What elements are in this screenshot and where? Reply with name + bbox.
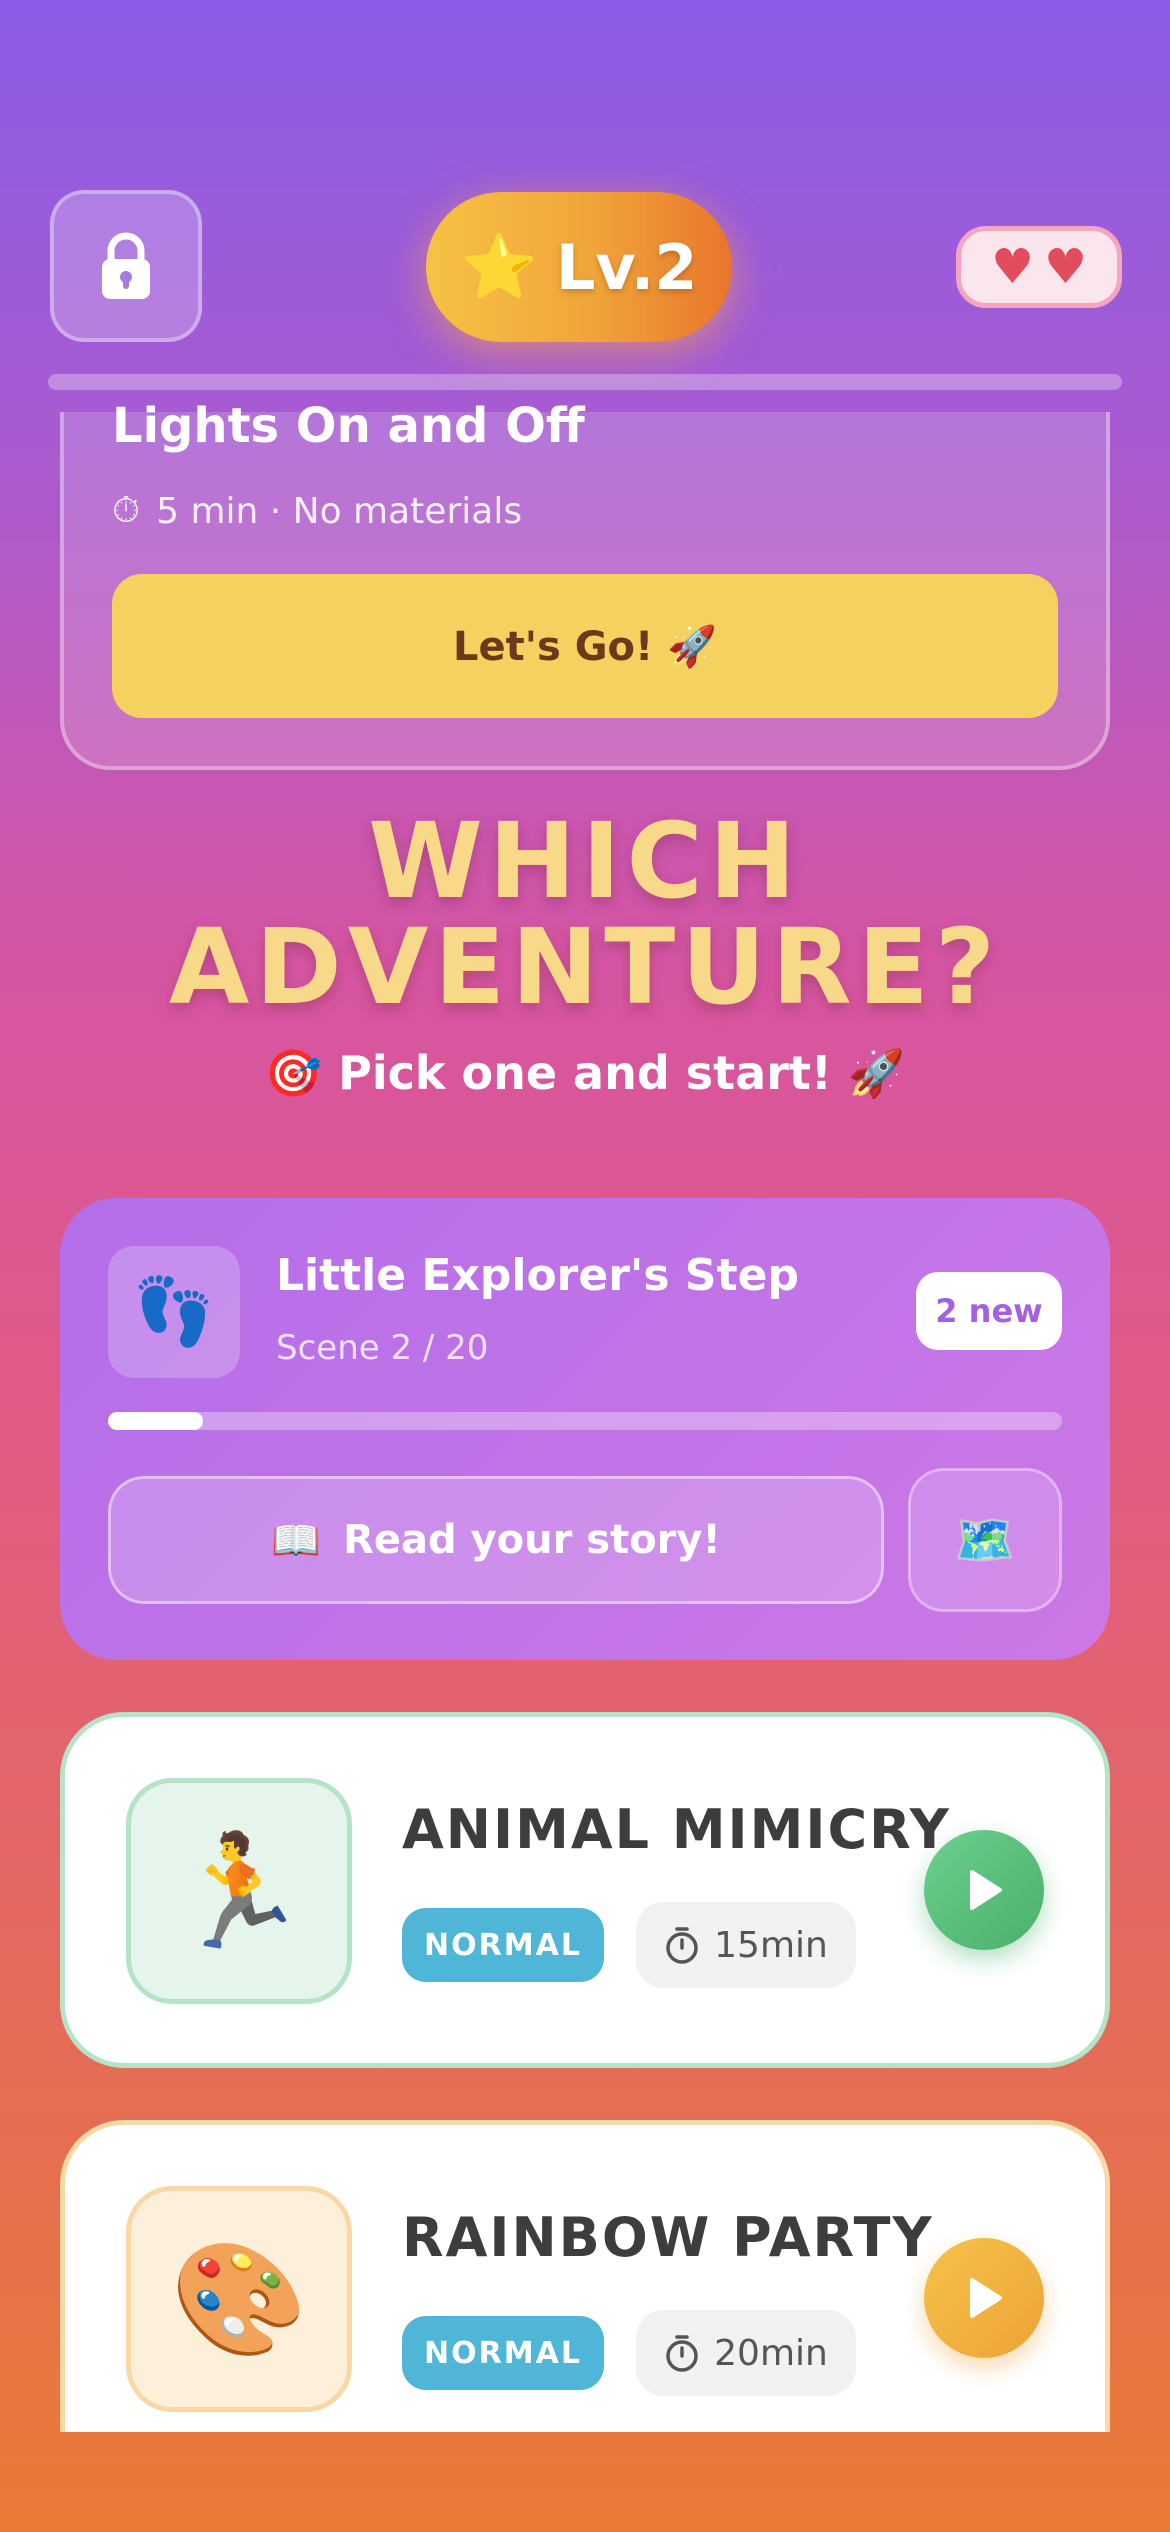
lives-indicator: ♥ ♥ bbox=[956, 226, 1122, 308]
play-button[interactable] bbox=[924, 2238, 1044, 2358]
page-subtitle: 🎯 Pick one and start! 🚀 bbox=[264, 1046, 906, 1100]
heart-icon: ♥ bbox=[1044, 239, 1088, 295]
title-line-1: WHICH bbox=[368, 800, 802, 922]
lets-go-button[interactable]: Let's Go! 🚀 bbox=[112, 574, 1058, 718]
play-button[interactable] bbox=[924, 1830, 1044, 1950]
title-line-2: ADVENTURE? bbox=[168, 906, 1002, 1028]
heart-icon: ♥ bbox=[990, 239, 1034, 295]
activity-title: Lights On and Off bbox=[112, 398, 585, 454]
stopwatch-icon: ⏱ bbox=[112, 490, 141, 531]
activity-meta: ⏱ 5 min · No materials bbox=[112, 490, 522, 532]
new-badge: 2 new bbox=[916, 1272, 1062, 1350]
duration-badge: 20min bbox=[636, 2310, 856, 2396]
stopwatch-icon bbox=[666, 1927, 698, 1964]
game-title: RAINBOW PARTY bbox=[402, 2206, 934, 2269]
star-icon: ⭐ bbox=[460, 230, 538, 303]
activity-meta-text: 5 min · No materials bbox=[156, 490, 523, 532]
runner-icon: 🏃 bbox=[126, 1778, 352, 2004]
level-label: Lv.2 bbox=[555, 230, 698, 304]
footprints-icon: 👣 bbox=[108, 1246, 240, 1378]
explorer-scene: Scene 2 / 20 bbox=[276, 1328, 489, 1368]
explorer-title: Little Explorer's Step bbox=[276, 1250, 799, 1301]
duration-label: 15min bbox=[714, 1924, 828, 1966]
read-story-button[interactable]: 📖 Read your story! bbox=[108, 1476, 884, 1604]
play-icon bbox=[970, 2278, 1002, 2318]
play-icon bbox=[970, 1870, 1002, 1910]
duration-badge: 15min bbox=[636, 1902, 856, 1988]
lock-icon bbox=[102, 232, 150, 299]
book-icon: 📖 bbox=[271, 1517, 322, 1564]
page-title: WHICH ADVENTURE? bbox=[0, 808, 1170, 1020]
game-title: ANIMAL MIMICRY bbox=[402, 1798, 951, 1861]
explorer-progress-bar bbox=[108, 1412, 1062, 1430]
palette-icon: 🎨 bbox=[126, 2186, 352, 2412]
duration-label: 20min bbox=[714, 2332, 828, 2374]
stopwatch-icon bbox=[666, 2335, 698, 2372]
level-badge[interactable]: ⭐ Lv.2 bbox=[426, 192, 732, 342]
map-icon: 🗺️ bbox=[953, 1510, 1017, 1569]
read-story-label: Read your story! bbox=[343, 1517, 721, 1563]
scroll-progress-track bbox=[48, 374, 1122, 390]
lock-button[interactable] bbox=[50, 190, 202, 342]
map-button[interactable]: 🗺️ bbox=[908, 1468, 1062, 1612]
explorer-progress-fill bbox=[108, 1412, 204, 1430]
difficulty-badge: NORMAL bbox=[402, 1908, 604, 1982]
difficulty-badge: NORMAL bbox=[402, 2316, 604, 2390]
